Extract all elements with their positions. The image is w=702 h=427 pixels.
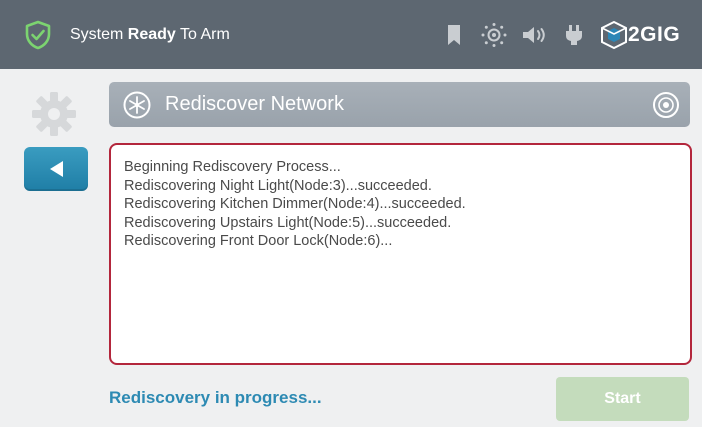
status-prefix: System bbox=[70, 26, 124, 43]
status-state: Ready bbox=[127, 26, 176, 43]
brightness-icon[interactable] bbox=[480, 22, 508, 48]
page-title-bar: Rediscover Network bbox=[109, 82, 690, 127]
log-line: Rediscovering Front Door Lock(Node:6)... bbox=[124, 233, 393, 249]
log-line: Rediscovering Night Light(Node:3)...succ… bbox=[124, 177, 432, 194]
log-line: Rediscovering Kitchen Dimmer(Node:4)...s… bbox=[124, 196, 466, 212]
start-button[interactable]: Start bbox=[556, 377, 689, 421]
log-line: Rediscovering Upstairs Light(Node:5)...s… bbox=[124, 214, 452, 231]
status-suffix: To Arm bbox=[179, 26, 230, 43]
gear-icon[interactable] bbox=[30, 90, 78, 138]
log-list: Beginning Rediscovery Process... Redisco… bbox=[124, 158, 466, 251]
bookmark-icon[interactable] bbox=[447, 24, 461, 46]
network-snowflake-icon bbox=[123, 91, 151, 119]
rediscovery-log-panel[interactable]: Beginning Rediscovery Process... Redisco… bbox=[109, 143, 692, 365]
system-status-text[interactable]: System Ready To Arm bbox=[70, 23, 230, 47]
plug-icon[interactable] bbox=[565, 24, 583, 46]
progress-status-text: Rediscovery in progress... bbox=[109, 388, 322, 407]
top-status-bar: System Ready To Arm 2GIG bbox=[0, 0, 702, 69]
target-icon[interactable] bbox=[652, 91, 680, 119]
log-line: Beginning Rediscovery Process... bbox=[124, 159, 341, 175]
volume-icon[interactable] bbox=[522, 26, 548, 44]
cube-logo-icon bbox=[601, 20, 627, 50]
page-title: Rediscover Network bbox=[165, 93, 344, 115]
brand-logo-text: 2GIG bbox=[628, 23, 681, 46]
back-button[interactable] bbox=[24, 147, 88, 191]
back-arrow-icon bbox=[50, 161, 63, 177]
shield-check-icon[interactable] bbox=[24, 20, 52, 50]
